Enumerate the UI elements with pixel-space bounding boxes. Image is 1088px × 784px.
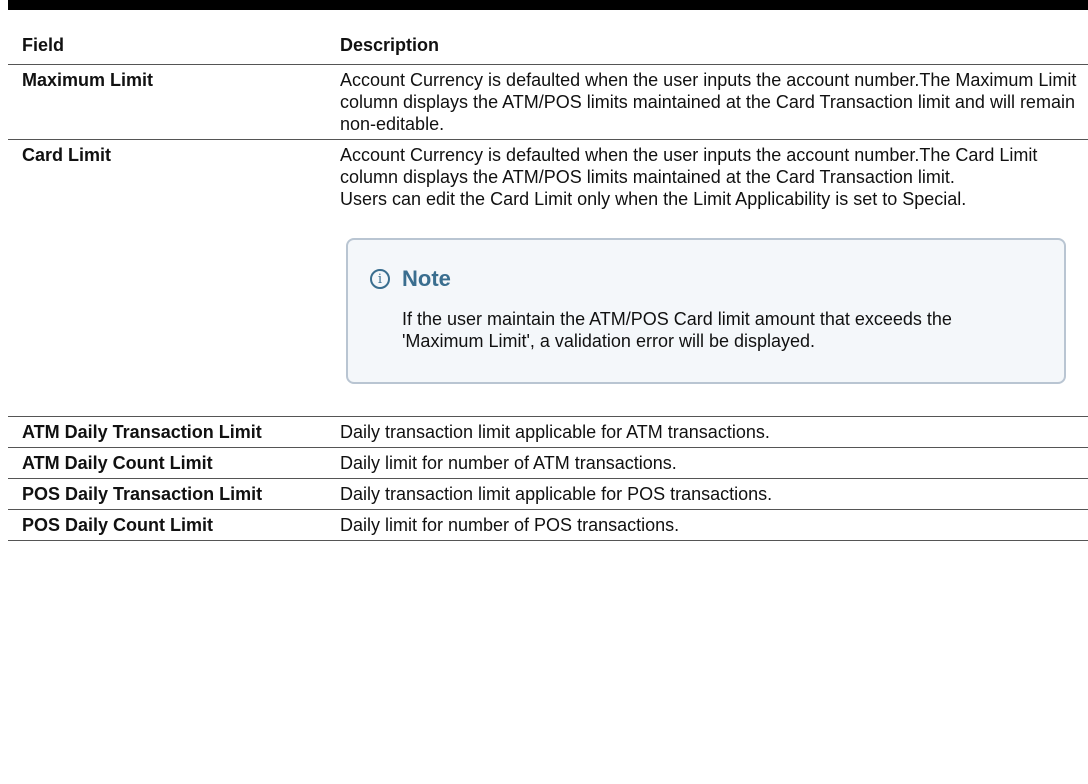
field-name: ATM Daily Transaction Limit: [8, 416, 330, 448]
field-name: Maximum Limit: [8, 64, 330, 140]
table-row: POS Daily Count Limit Daily limit for nu…: [8, 509, 1088, 541]
column-header-description: Description: [330, 10, 1088, 65]
field-description: Daily transaction limit applicable for P…: [330, 478, 1088, 510]
table-row: ATM Daily Transaction Limit Daily transa…: [8, 416, 1088, 448]
note-text: If the user maintain the ATM/POS Card li…: [402, 309, 952, 351]
note-title: Note: [402, 266, 451, 291]
field-name: POS Daily Count Limit: [8, 509, 330, 541]
table-row: ATM Daily Count Limit Daily limit for nu…: [8, 447, 1088, 479]
info-circle-icon: i: [370, 269, 390, 289]
description-paragraph: Users can edit the Card Limit only when …: [340, 189, 967, 209]
column-header-field: Field: [8, 10, 330, 65]
table-row: Maximum Limit Account Currency is defaul…: [8, 64, 1088, 140]
field-name: Card Limit: [22, 145, 112, 165]
field-description: Daily transaction limit applicable for A…: [330, 416, 1088, 448]
note-callout: i Note If the user maintain the ATM/POS …: [346, 238, 1066, 384]
field-description: Daily limit for number of POS transactio…: [330, 509, 1088, 541]
table-row: POS Daily Transaction Limit Daily transa…: [8, 478, 1088, 510]
field-description: Daily limit for number of ATM transactio…: [330, 447, 1088, 479]
document-page: Field Description Maximum Limit Account …: [8, 0, 1088, 541]
field-description-table: Field Description Maximum Limit Account …: [8, 10, 1088, 541]
note-heading: i Note: [370, 268, 1044, 290]
field-description: Account Currency is defaulted when the u…: [330, 64, 1088, 140]
description-paragraph: Account Currency is defaulted when the u…: [340, 145, 1038, 187]
field-name: ATM Daily Count Limit: [8, 447, 330, 479]
field-description: Account Currency is defaulted when the u…: [330, 140, 1088, 417]
table-row: Card Limit Account Currency is defaulted…: [8, 140, 1088, 417]
table-header-row: Field Description: [8, 10, 1088, 65]
top-rule: [8, 0, 1088, 10]
field-name: POS Daily Transaction Limit: [8, 478, 330, 510]
